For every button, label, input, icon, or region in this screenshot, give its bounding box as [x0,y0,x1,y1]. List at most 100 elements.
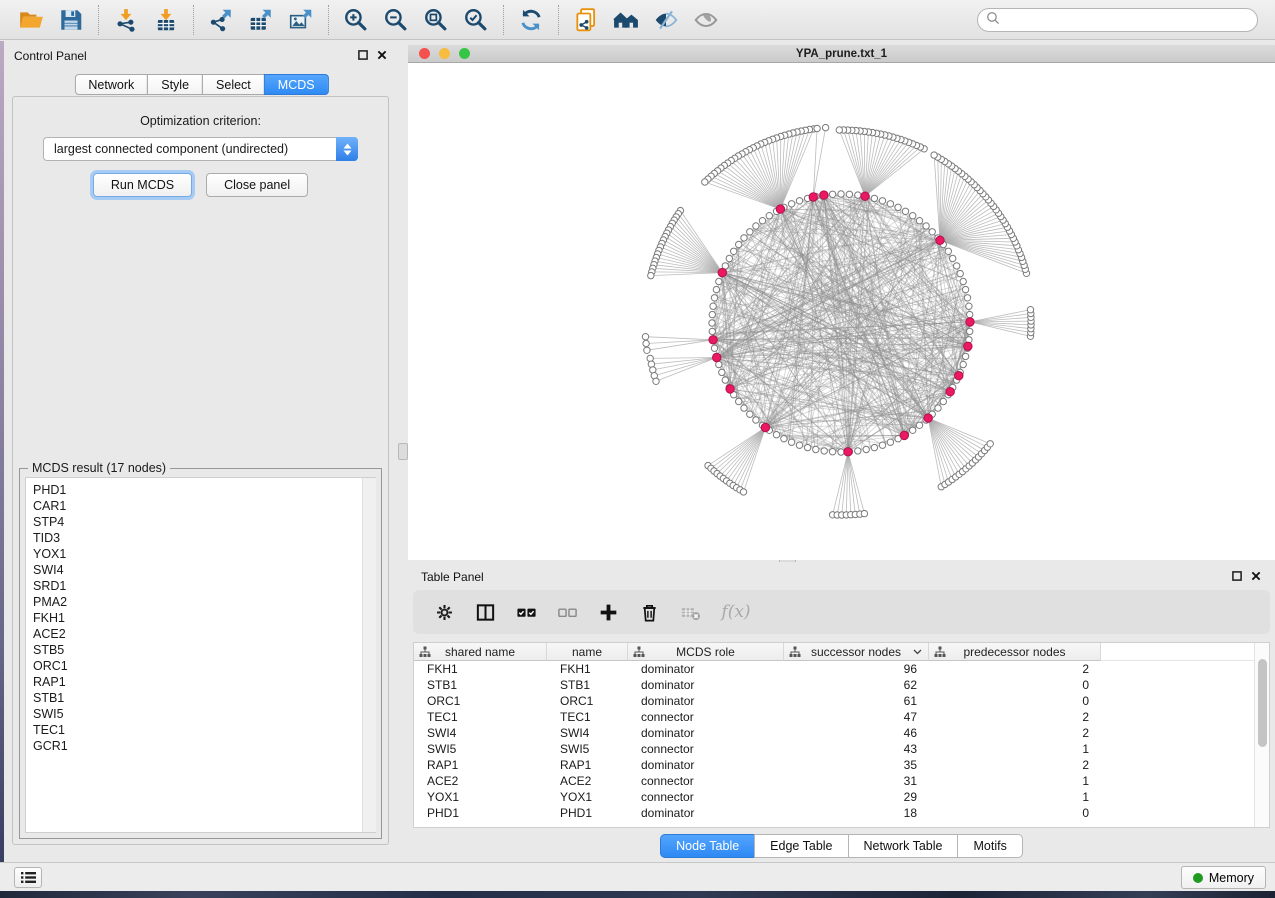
table-row[interactable]: PHD1PHD1dominator180 [414,805,1269,821]
vertical-splitter-grip[interactable] [398,443,408,460]
table-row[interactable]: SWI4SWI4dominator462 [414,725,1269,741]
table-cell[interactable]: YOX1 [414,789,547,805]
table-cell[interactable]: 61 [784,693,929,709]
float-panel-icon[interactable] [358,49,368,63]
tab-edge-table[interactable]: Edge Table [754,834,848,858]
table-cell[interactable]: 46 [784,725,929,741]
task-history-button[interactable] [14,867,42,888]
tab-network-table[interactable]: Network Table [848,834,959,858]
table-settings-button[interactable] [432,600,456,624]
mcds-result-scrollbar[interactable] [362,478,376,832]
memory-button[interactable]: Memory [1181,866,1266,889]
table-row[interactable]: FKH1FKH1dominator962 [414,661,1269,677]
table-row[interactable]: STB1STB1dominator620 [414,677,1269,693]
mcds-result-item[interactable]: STB5 [33,642,375,658]
table-cell[interactable]: SWI5 [547,741,628,757]
open-file-button[interactable] [13,3,49,37]
tab-style[interactable]: Style [147,74,203,95]
mcds-result-item[interactable]: PHD1 [33,482,375,498]
network-homes-button[interactable] [608,3,644,37]
mcds-result-item[interactable]: STB1 [33,690,375,706]
select-all-rows-button[interactable] [514,600,538,624]
table-cell[interactable]: connector [628,789,784,805]
export-network-button[interactable] [203,3,239,37]
save-session-button[interactable] [53,3,89,37]
table-row[interactable]: TEC1TEC1connector472 [414,709,1269,725]
table-cell[interactable]: 31 [784,773,929,789]
table-cell[interactable]: PHD1 [547,805,628,821]
table-cell[interactable]: dominator [628,725,784,741]
table-cell[interactable]: FKH1 [547,661,628,677]
column-header-successor-nodes[interactable]: successor nodes [784,643,929,661]
table-cell[interactable]: 0 [929,805,1101,821]
table-cell[interactable]: YOX1 [547,789,628,805]
table-row[interactable]: SWI5SWI5connector431 [414,741,1269,757]
tab-select[interactable]: Select [202,74,265,95]
table-cell[interactable]: 2 [929,709,1101,725]
table-cell[interactable]: STB1 [547,677,628,693]
table-cell[interactable]: dominator [628,677,784,693]
tab-node-table[interactable]: Node Table [660,834,755,858]
search-box[interactable] [977,8,1258,32]
deselect-all-rows-button[interactable] [555,600,579,624]
table-cell[interactable]: 2 [929,757,1101,773]
search-input[interactable] [1002,10,1253,30]
mcds-result-item[interactable]: SRD1 [33,578,375,594]
table-cell[interactable]: connector [628,773,784,789]
table-cell[interactable]: dominator [628,805,784,821]
mcds-result-item[interactable]: CAR1 [33,498,375,514]
add-row-button[interactable] [596,600,620,624]
table-cell[interactable]: TEC1 [547,709,628,725]
table-cell[interactable]: 47 [784,709,929,725]
table-cell[interactable]: FKH1 [414,661,547,677]
table-cell[interactable]: RAP1 [414,757,547,773]
refresh-button[interactable] [513,3,549,37]
column-header-MCDS-role[interactable]: MCDS role [628,643,784,661]
mcds-result-item[interactable]: SWI4 [33,562,375,578]
table-cell[interactable]: ACE2 [547,773,628,789]
table-scrollbar-thumb[interactable] [1258,659,1267,747]
table-cell[interactable]: ORC1 [414,693,547,709]
close-panel-button[interactable]: Close panel [206,173,308,197]
hide-selected-button[interactable] [648,3,684,37]
table-cell[interactable]: 1 [929,741,1101,757]
table-cell[interactable]: 29 [784,789,929,805]
table-cell[interactable]: 0 [929,677,1101,693]
table-cell[interactable]: 43 [784,741,929,757]
run-mcds-button[interactable]: Run MCDS [93,173,192,197]
node-table[interactable]: shared namenameMCDS rolesuccessor nodesp… [413,642,1270,828]
export-image-button[interactable] [283,3,319,37]
mcds-result-item[interactable]: YOX1 [33,546,375,562]
table-cell[interactable]: ORC1 [547,693,628,709]
table-cell[interactable]: 96 [784,661,929,677]
table-cell[interactable]: 2 [929,661,1101,677]
table-row[interactable]: RAP1RAP1dominator352 [414,757,1269,773]
mcds-result-item[interactable]: ORC1 [33,658,375,674]
table-cell[interactable]: STB1 [414,677,547,693]
table-cell[interactable]: 62 [784,677,929,693]
export-table-button[interactable] [243,3,279,37]
table-cell[interactable]: RAP1 [547,757,628,773]
column-header-predecessor-nodes[interactable]: predecessor nodes [929,643,1101,661]
share-document-button[interactable] [568,3,604,37]
mcds-result-item[interactable]: RAP1 [33,674,375,690]
table-cell[interactable]: connector [628,709,784,725]
zoom-in-button[interactable] [338,3,374,37]
table-scrollbar[interactable] [1254,643,1269,827]
table-cell[interactable]: SWI5 [414,741,547,757]
tab-network[interactable]: Network [74,74,148,95]
table-cell[interactable]: PHD1 [414,805,547,821]
table-cell[interactable]: dominator [628,661,784,677]
mcds-result-item[interactable]: STP4 [33,514,375,530]
close-panel-icon[interactable] [377,49,387,63]
table-cell[interactable]: dominator [628,693,784,709]
table-cell[interactable]: 2 [929,725,1101,741]
network-window-titlebar[interactable]: YPA_prune.txt_1 [408,45,1275,63]
table-cell[interactable]: 1 [929,773,1101,789]
mcds-result-item[interactable]: ACE2 [33,626,375,642]
table-cell[interactable]: SWI4 [414,725,547,741]
table-cell[interactable]: 1 [929,789,1101,805]
mcds-result-item[interactable]: TID3 [33,530,375,546]
table-row[interactable]: ORC1ORC1dominator610 [414,693,1269,709]
import-table-button[interactable] [148,3,184,37]
